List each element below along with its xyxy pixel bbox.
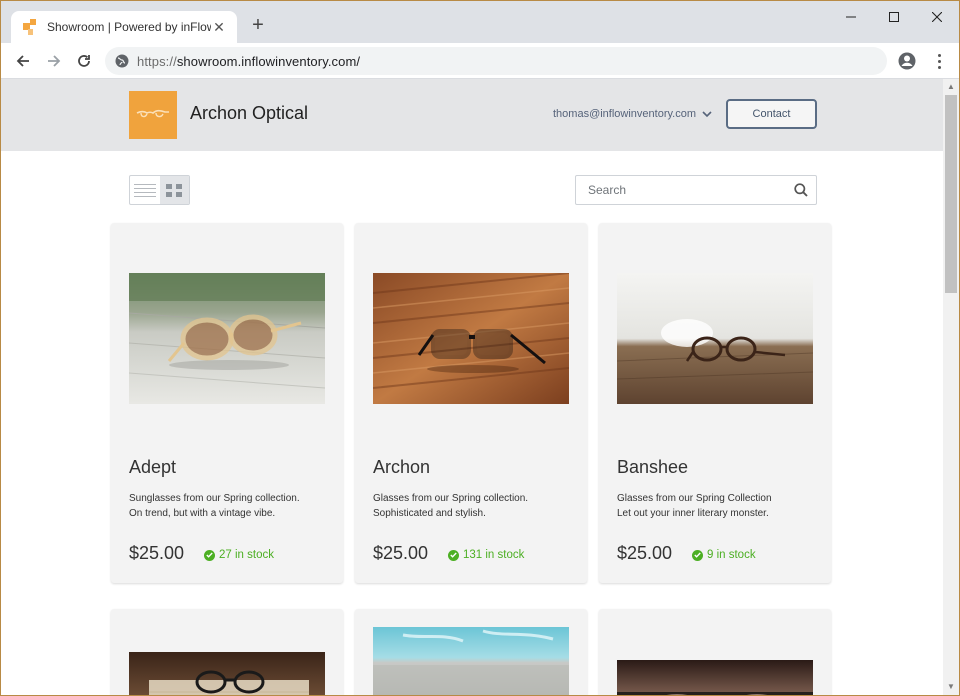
check-circle-icon [448, 549, 459, 561]
close-window-icon[interactable] [915, 1, 959, 33]
product-name[interactable]: Banshee [617, 457, 688, 478]
new-tab-icon[interactable]: + [248, 15, 268, 35]
site-header: Archon Optical thomas@inflowinventory.co… [1, 79, 943, 151]
address-bar[interactable]: https://showroom.inflowinventory.com/ [105, 47, 887, 75]
product-description: Sunglasses from our Spring collection. O… [129, 493, 300, 519]
stock-status: 9 in stock [692, 549, 756, 561]
product-name[interactable]: Archon [373, 457, 430, 478]
search-input[interactable] [576, 176, 786, 204]
product-description: Glasses from our Spring collection. Soph… [373, 493, 529, 519]
tab-title: Showroom | Powered by inFlow [47, 20, 211, 34]
stock-status: 131 in stock [448, 549, 524, 561]
browser-titlebar: Showroom | Powered by inFlow ✕ + [1, 1, 959, 43]
product-price: $25.00 [373, 543, 429, 563]
product-photo[interactable] [617, 660, 813, 695]
forward-arrow-icon[interactable] [42, 49, 66, 73]
chevron-down-icon [702, 110, 712, 117]
product-card-banshee[interactable]: Banshee Glasses from our Spring Collecti… [599, 223, 831, 583]
more-menu-icon[interactable] [929, 51, 949, 71]
check-circle-icon [204, 549, 215, 561]
product-price: $25.00 [129, 543, 185, 563]
url-text: https://showroom.inflowinventory.com/ [137, 53, 361, 69]
check-circle-icon [692, 549, 703, 561]
globe-icon [115, 54, 129, 68]
inflow-logo-icon [23, 19, 39, 35]
product-card-adept[interactable]: Adept Sunglasses from our Spring collect… [111, 223, 343, 583]
scroll-up-arrow-icon[interactable]: ▲ [943, 79, 959, 95]
product-name[interactable]: Adept [129, 457, 176, 478]
account-email: thomas@inflowinventory.com [553, 108, 697, 120]
glasses-logo-icon[interactable] [129, 91, 177, 139]
product-card[interactable] [355, 609, 587, 695]
grid-view-icon[interactable] [159, 176, 189, 204]
product-photo[interactable] [373, 627, 569, 695]
stock-status: 27 in stock [204, 549, 274, 561]
product-card[interactable] [599, 609, 831, 695]
page-scrollbar[interactable]: ▲ ▼ [943, 79, 959, 695]
product-card[interactable] [111, 609, 343, 695]
product-photo[interactable] [617, 273, 813, 404]
list-view-icon[interactable] [130, 176, 160, 204]
minimize-icon[interactable] [829, 1, 873, 33]
product-photo[interactable] [129, 652, 325, 695]
page-viewport: Archon Optical thomas@inflowinventory.co… [1, 79, 943, 695]
product-description: Glasses from our Spring Collection Let o… [617, 493, 772, 519]
browser-toolbar: https://showroom.inflowinventory.com/ [1, 43, 959, 79]
maximize-icon[interactable] [872, 1, 916, 33]
browser-tab[interactable]: Showroom | Powered by inFlow ✕ [11, 11, 237, 43]
back-arrow-icon[interactable] [11, 49, 35, 73]
search-box [575, 175, 817, 205]
scroll-down-arrow-icon[interactable]: ▼ [943, 679, 959, 695]
account-menu[interactable]: thomas@inflowinventory.com [553, 108, 712, 120]
scroll-thumb[interactable] [945, 95, 957, 293]
view-toggle [129, 175, 190, 205]
contact-button[interactable]: Contact [726, 99, 817, 129]
product-photo[interactable] [129, 273, 325, 404]
brand-name[interactable]: Archon Optical [190, 103, 308, 124]
product-card-archon[interactable]: Archon Glasses from our Spring collectio… [355, 223, 587, 583]
product-photo[interactable] [373, 273, 569, 404]
profile-icon[interactable] [897, 51, 917, 71]
search-icon[interactable] [786, 176, 816, 204]
reload-icon[interactable] [72, 49, 96, 73]
browser-window: Showroom | Powered by inFlow ✕ + https:/… [0, 0, 960, 696]
product-price: $25.00 [617, 543, 673, 563]
close-tab-icon[interactable]: ✕ [211, 19, 227, 35]
